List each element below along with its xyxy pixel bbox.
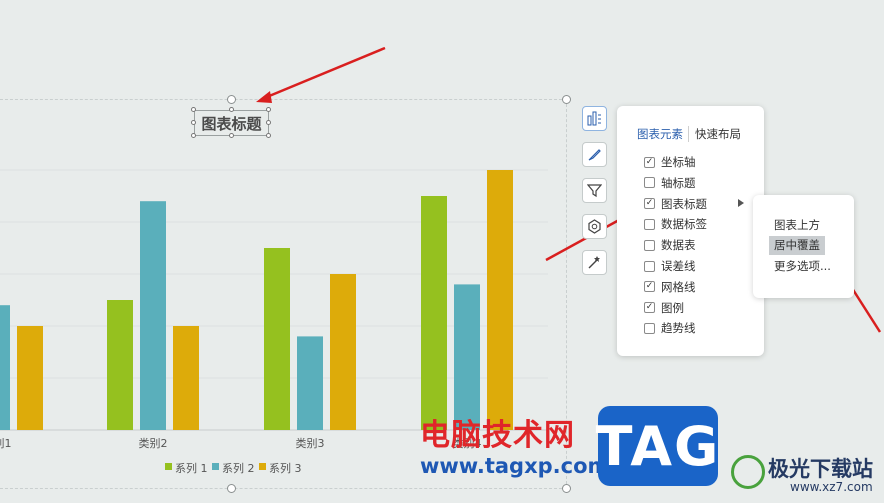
bars (0, 170, 513, 430)
bar (421, 196, 447, 430)
option-label: 轴标题 (661, 175, 696, 190)
watermark-brand-url: www.xz7.com (790, 480, 873, 494)
brush-icon (588, 149, 601, 161)
checkbox[interactable] (644, 260, 655, 272)
tab-quick-layout[interactable]: 快速布局 (693, 126, 745, 142)
chart-element-option[interactable]: ✓ 网格线 (644, 278, 696, 296)
resize-handle-top-right[interactable] (562, 95, 571, 104)
checkbox[interactable] (644, 177, 655, 189)
checkbox[interactable]: ✓ (644, 156, 655, 168)
legend-label: 系列 2 (222, 461, 255, 475)
x-tick-label: 类别3 (296, 436, 325, 450)
brand-logo-icon (731, 455, 765, 489)
submenu-item[interactable]: 居中覆盖 (769, 235, 825, 255)
panel-tabs: 图表元素 快速布局 (635, 126, 745, 142)
title-handle[interactable] (229, 133, 234, 138)
chart-filter-button[interactable] (582, 178, 607, 203)
chart-title-submenu: 图表上方 居中覆盖 更多选项... (753, 195, 854, 298)
watermark-url: www.tagxp.com (420, 454, 610, 478)
chart-elements-panel: 图表元素 快速布局 ✓ 坐标轴轴标题 ✓ 图表标题数据标签数据表误差线 ✓ 网格线 ✓ 图例趋… (617, 106, 764, 356)
bar (0, 305, 10, 430)
x-tick-label: 类别1 (0, 436, 12, 450)
resize-handle-bottom[interactable] (227, 484, 236, 493)
chart-element-option[interactable]: ✓ 坐标轴 (644, 153, 696, 171)
chart-title-text: 图表标题 (201, 114, 262, 133)
title-handle[interactable] (191, 133, 196, 138)
chart-element-option[interactable]: 数据表 (644, 236, 696, 254)
option-label: 坐标轴 (661, 155, 696, 169)
checkbox[interactable]: ✓ (644, 281, 655, 293)
chart-element-option[interactable]: 趋势线 (644, 319, 696, 337)
legend-swatch (165, 463, 172, 470)
title-handle[interactable] (191, 107, 196, 112)
bar (17, 326, 43, 430)
checkbox[interactable]: ✓ (644, 198, 655, 210)
resize-handle-top[interactable] (227, 95, 236, 104)
option-label: 数据表 (661, 238, 696, 253)
title-handle[interactable] (229, 107, 234, 112)
legend-swatch (212, 463, 219, 470)
chart-element-option[interactable]: 轴标题 (644, 174, 696, 192)
legend-swatch (259, 463, 266, 470)
bar (173, 326, 199, 430)
chart-style-button[interactable] (582, 142, 607, 167)
title-handle[interactable] (191, 120, 196, 125)
chart-element-option[interactable]: ✓ 图例 (644, 299, 684, 317)
chart-magic-button[interactable] (582, 250, 607, 275)
checkbox[interactable] (644, 239, 655, 251)
legend: 系列 1 系列 2 系列 3 (165, 461, 302, 475)
chart-elements-button[interactable] (582, 106, 607, 131)
legend-label: 系列 1 (175, 461, 208, 475)
submenu-item[interactable]: 图表上方 (769, 215, 825, 234)
watermark-brand: 极光下载站 (768, 457, 873, 481)
bar (487, 170, 513, 430)
title-handle[interactable] (266, 133, 271, 138)
option-label: 图例 (661, 300, 684, 315)
bar (454, 284, 480, 430)
checkbox[interactable] (644, 218, 655, 230)
option-label: 数据标签 (661, 217, 707, 232)
checkbox[interactable] (644, 322, 655, 334)
arrow-to-title (261, 46, 386, 101)
bar (297, 336, 323, 430)
tab-chart-elements[interactable]: 图表元素 (635, 126, 689, 142)
x-tick-label: 类别2 (139, 436, 168, 450)
chart-element-option[interactable]: 数据标签 (644, 215, 707, 233)
option-label: 图表标题 (661, 196, 707, 211)
magic-wand-icon (588, 256, 600, 269)
x-tick-labels: 类别1类别2类别3类别4 (0, 436, 482, 450)
filter-icon (587, 184, 602, 198)
chart-elements-icon (587, 111, 601, 126)
chart-element-option[interactable]: ✓ 图表标题 (644, 195, 707, 213)
bar (264, 248, 290, 430)
bar (330, 274, 356, 430)
bar (140, 201, 166, 430)
option-label: 趋势线 (661, 321, 696, 336)
option-label: 网格线 (661, 279, 696, 294)
submenu-arrow-icon (738, 199, 744, 207)
bar (107, 300, 133, 430)
title-handle[interactable] (266, 120, 271, 125)
option-label: 误差线 (661, 259, 696, 273)
resize-handle-bottom-right[interactable] (562, 484, 571, 493)
chart-settings-button[interactable] (582, 214, 607, 239)
submenu-item[interactable]: 更多选项... (769, 256, 836, 275)
checkbox[interactable]: ✓ (644, 302, 655, 314)
watermark-site-name: 电脑技术网 (420, 418, 575, 453)
settings-icon (588, 219, 601, 234)
legend-label: 系列 3 (269, 461, 302, 475)
title-handle[interactable] (266, 107, 271, 112)
watermark-tag-logo: TAG (596, 406, 718, 486)
chart-element-option[interactable]: 误差线 (644, 257, 696, 275)
